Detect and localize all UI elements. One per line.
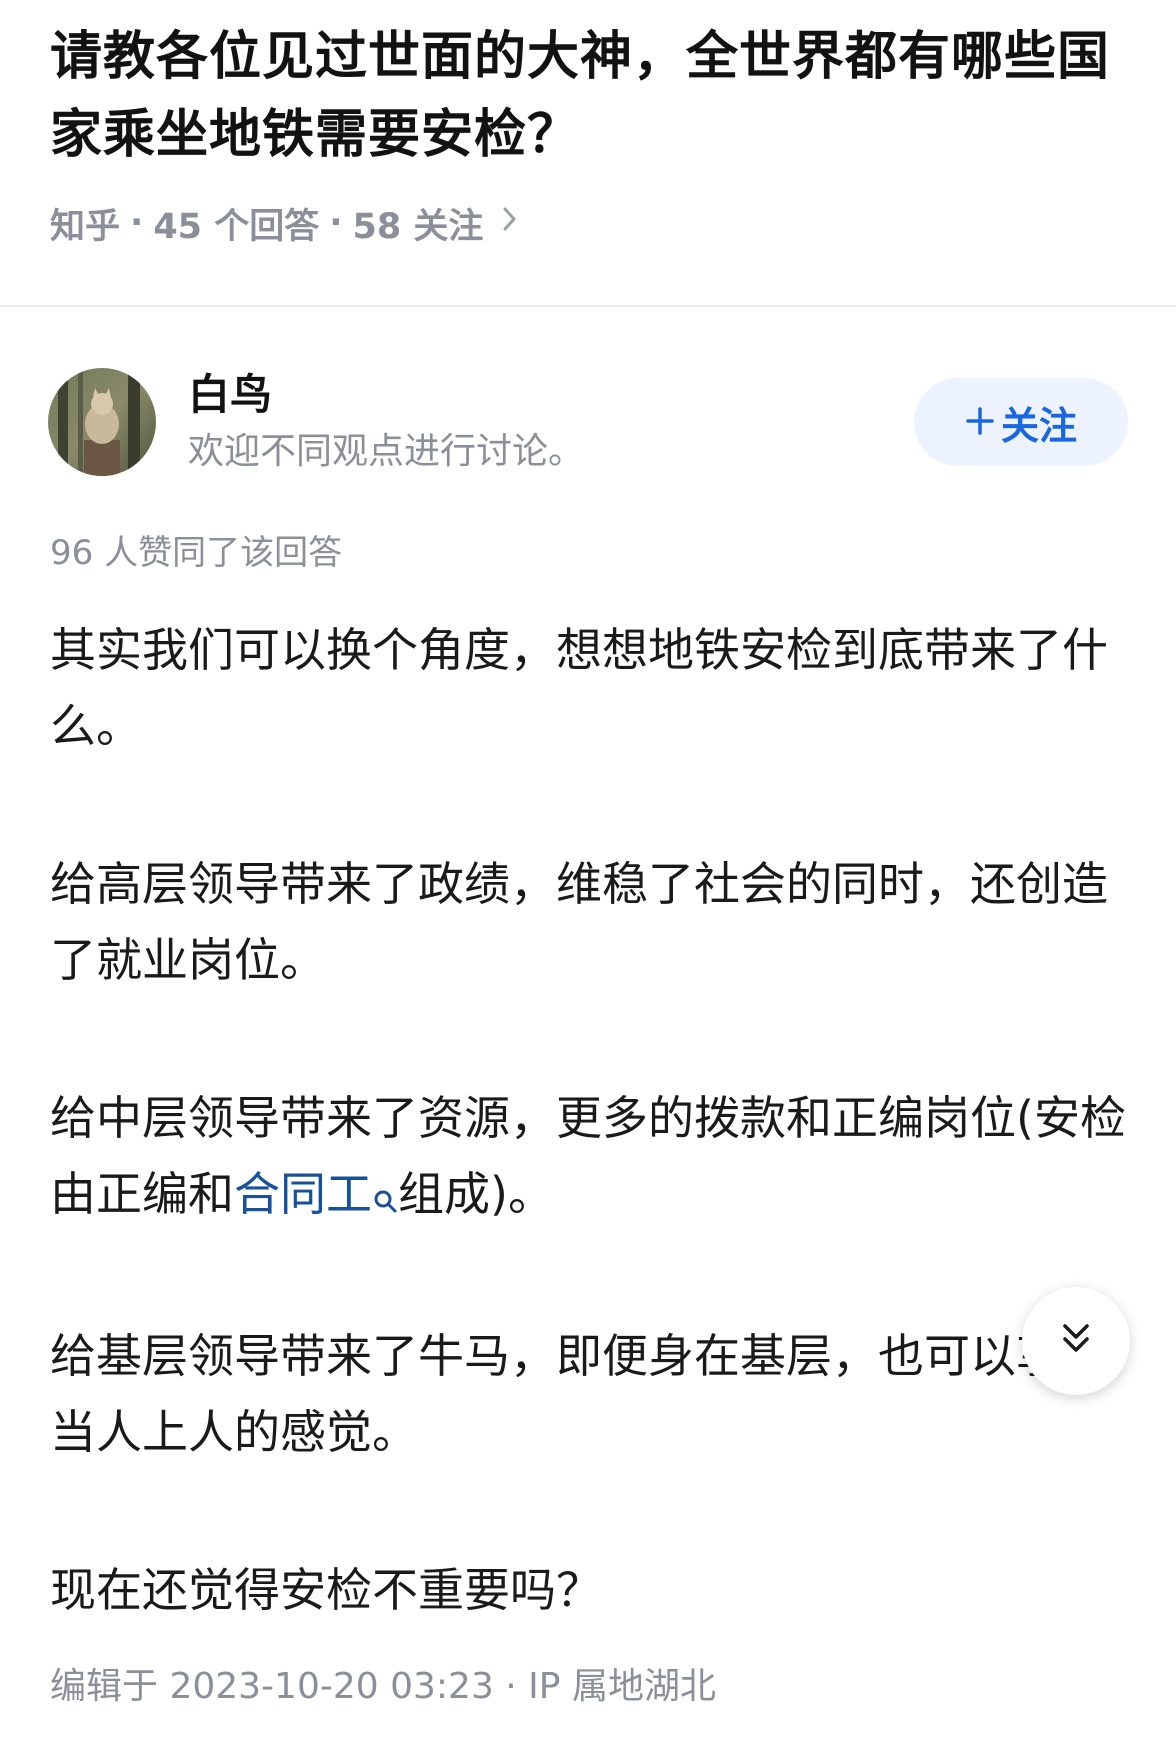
answers-count: 45 个回答 <box>153 206 320 247</box>
paragraph-text: 给中层领导带来了资源，更多的拨款和正编岗位(安检由正编和 <box>50 1091 1126 1221</box>
followers-count: 58 关注 <box>352 206 484 247</box>
author-bio: 欢迎不同观点进行讨论。 <box>188 431 585 472</box>
author-name[interactable]: 白鸟 <box>188 368 272 422</box>
vote-count: 96 人赞同了该回答 <box>50 533 343 573</box>
answer-paragraph: 现在还觉得安检不重要吗？ <box>50 1563 602 1617</box>
plus-icon <box>965 400 995 444</box>
author-row: 白鸟 欢迎不同观点进行讨论。 关注 <box>48 368 1128 478</box>
answer-paragraph: 给中层领导带来了资源，更多的拨款和正编岗位(安检由正编和合同工 组成)。 <box>50 1080 1126 1236</box>
answer-content: 其实我们可以换个角度，想想地铁安检到底带来了什么。 给高层领导带来了政绩，维稳了… <box>50 612 1126 1628</box>
keyword-link-text: 合同工 <box>234 1167 372 1221</box>
section-divider <box>0 305 1176 307</box>
meta-separator: · <box>130 203 144 243</box>
double-chevron-down-icon <box>1056 1319 1096 1363</box>
answer-paragraph: 其实我们可以换个角度，想想地铁安检到底带来了什么。 <box>50 623 1108 753</box>
search-icon <box>372 1160 398 1236</box>
collapse-button[interactable] <box>1022 1287 1130 1395</box>
follow-button[interactable]: 关注 <box>914 378 1128 466</box>
question-header: 请教各位见过世面的大神，全世界都有哪些国家乘坐地铁需要安检？ 知乎 · 45 个… <box>50 18 1126 247</box>
answer-paragraph: 给高层领导带来了政绩，维稳了社会的同时，还创造了就业岗位。 <box>50 857 1108 987</box>
question-meta[interactable]: 知乎 · 45 个回答 · 58 关注 <box>50 200 1126 247</box>
paragraph-text: 组成)。 <box>398 1167 554 1221</box>
meta-separator: · <box>329 203 343 243</box>
follow-label: 关注 <box>1000 403 1077 448</box>
edit-info: 编辑于 2023-10-20 03:23 · IP 属地湖北 <box>50 1666 716 1707</box>
avatar[interactable] <box>48 368 156 476</box>
keyword-link[interactable]: 合同工 <box>234 1167 398 1221</box>
answer-paragraph: 给基层领导带来了牛马，即便身在基层，也可以享受当人上人的感觉。 <box>50 1329 1108 1459</box>
source-label: 知乎 <box>50 206 121 247</box>
question-title[interactable]: 请教各位见过世面的大神，全世界都有哪些国家乘坐地铁需要安检？ <box>50 18 1126 174</box>
chevron-right-icon[interactable] <box>501 204 519 242</box>
